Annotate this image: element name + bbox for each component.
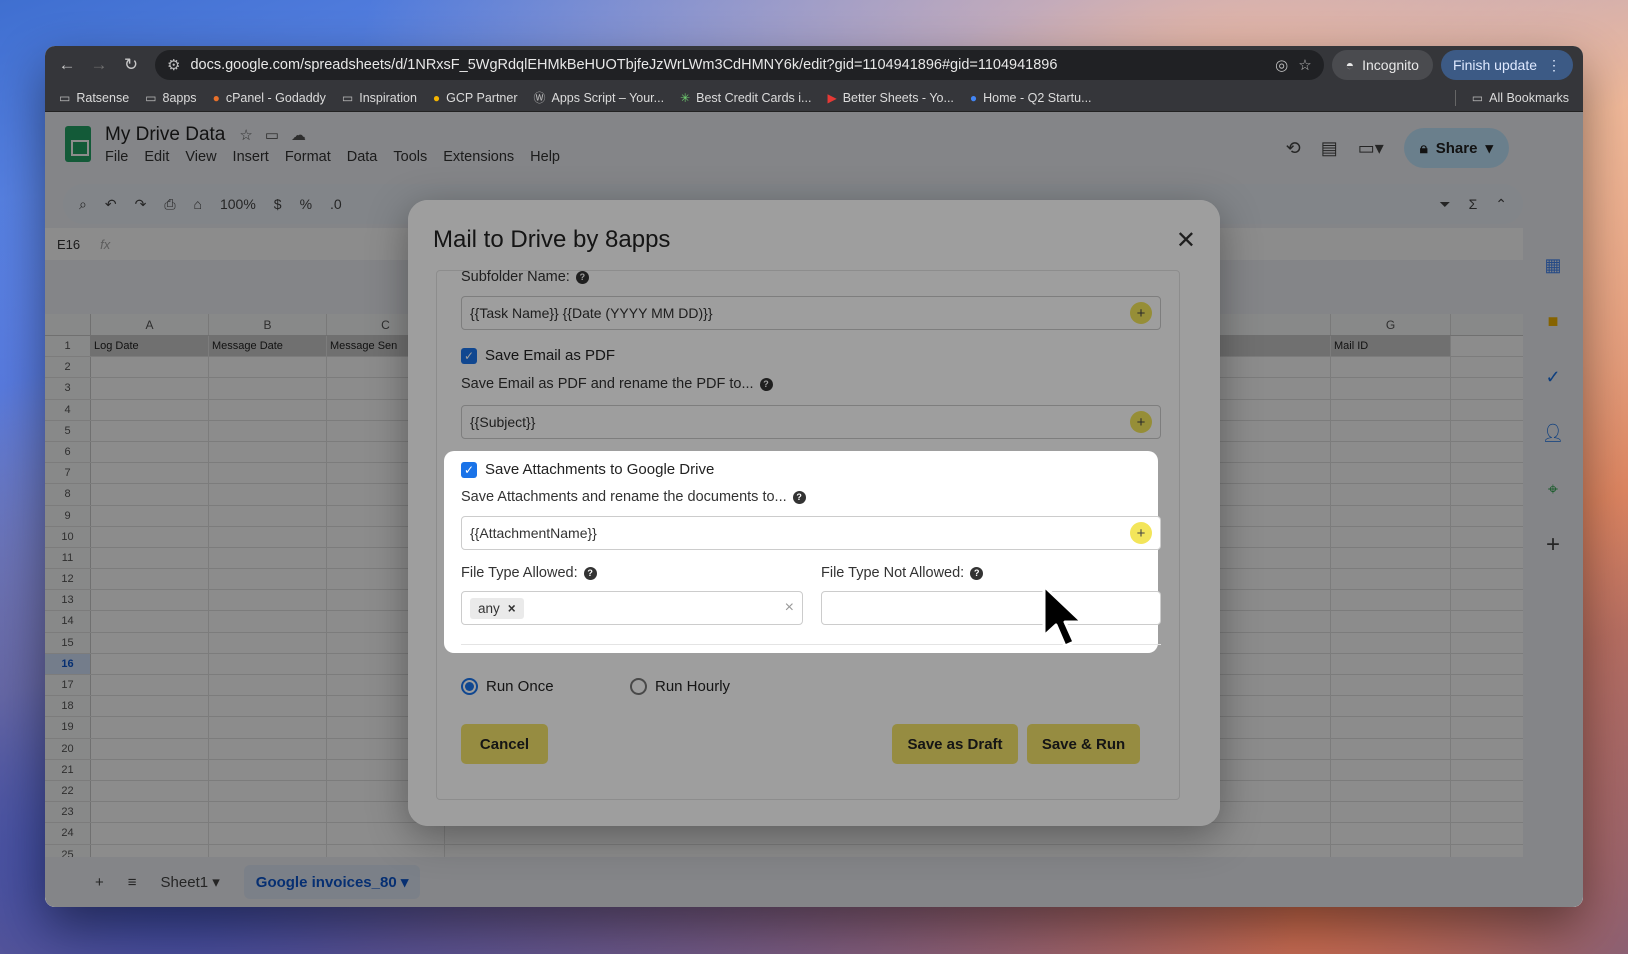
radio-selected-icon[interactable]: [461, 678, 478, 695]
finish-update-label: Finish update: [1452, 57, 1537, 73]
url-text[interactable]: docs.google.com/spreadsheets/d/1NRxsF_5W…: [190, 57, 1265, 73]
bookmark-item[interactable]: ▶ Better Sheets - Yo...: [827, 91, 953, 105]
bookmark-item[interactable]: Ⓦ Apps Script – Your...: [533, 89, 664, 106]
star-icon[interactable]: ☆: [1298, 56, 1311, 74]
wordpress-icon: Ⓦ: [533, 91, 546, 105]
save-attachments-checkbox[interactable]: ✓ Save Attachments to Google Drive: [461, 461, 714, 478]
cloud-icon: ●: [969, 90, 978, 105]
remove-tag-icon[interactable]: ×: [508, 601, 516, 616]
attachments-rename-input[interactable]: {{AttachmentName}} +: [461, 516, 1161, 550]
cpanel-icon: ●: [212, 90, 220, 105]
back-icon[interactable]: ←: [55, 53, 79, 77]
incognito-icon: ◓: [1345, 57, 1355, 73]
divider: [1454, 89, 1456, 106]
attachments-rename-label: Save Attachments and rename the document…: [461, 489, 806, 505]
gcp-icon: ●: [432, 90, 441, 105]
save-run-button[interactable]: Save & Run: [1027, 724, 1140, 764]
file-type-allowed-input[interactable]: any × ×: [461, 591, 803, 625]
youtube-icon: ▶: [827, 90, 837, 105]
run-once-radio[interactable]: Run Once: [461, 678, 554, 695]
incognito-badge[interactable]: ◓ Incognito: [1331, 50, 1433, 80]
pdf-rename-label: Save Email as PDF and rename the PDF to.…: [461, 376, 773, 392]
bookmark-item[interactable]: ● cPanel - Godaddy: [213, 91, 326, 105]
bookmark-item[interactable]: ✳ Best Credit Cards i...: [680, 91, 811, 105]
mail-to-drive-dialog: Mail to Drive by 8apps ✕ Subfolder Name:…: [408, 200, 1220, 826]
finish-update-button[interactable]: Finish update ⋮: [1440, 50, 1573, 80]
insert-variable-button[interactable]: +: [1130, 411, 1152, 433]
mouse-cursor-icon: [1042, 584, 1084, 648]
help-icon[interactable]: ?: [792, 490, 806, 504]
browser-toolbar: ← → ↻ ⚙ docs.google.com/spreadsheets/d/1…: [45, 46, 1583, 84]
checkbox-checked-icon[interactable]: ✓: [461, 347, 477, 364]
all-bookmarks[interactable]: ▭ All Bookmarks: [1472, 91, 1569, 105]
subfolder-label: Subfolder Name: ?: [461, 269, 589, 285]
tag-container: any ×: [470, 597, 785, 619]
checkbox-checked-icon[interactable]: ✓: [461, 461, 477, 478]
site-settings-icon[interactable]: ⚙: [167, 56, 180, 74]
help-icon[interactable]: ?: [970, 566, 984, 580]
folder-icon: ▭: [1471, 90, 1484, 105]
dialog-title: Mail to Drive by 8apps: [433, 226, 671, 253]
folder-icon: ▭: [145, 90, 157, 105]
incognito-label: Incognito: [1362, 57, 1419, 73]
help-icon[interactable]: ?: [583, 566, 597, 580]
file-type-allowed-label: File Type Allowed: ?: [461, 565, 597, 581]
run-hourly-radio[interactable]: Run Hourly: [630, 678, 730, 695]
insert-variable-button[interactable]: +: [1130, 522, 1152, 544]
reload-icon[interactable]: ↻: [119, 53, 143, 77]
clear-icon[interactable]: ×: [785, 599, 794, 617]
more-vert-icon: ⋮: [1547, 56, 1561, 73]
file-type-not-allowed-label: File Type Not Allowed: ?: [821, 565, 984, 581]
bookmark-item[interactable]: ● GCP Partner: [433, 91, 518, 105]
pdf-rename-input[interactable]: {{Subject}} +: [461, 405, 1161, 439]
folder-icon: ▭: [59, 90, 71, 105]
file-type-not-allowed-input[interactable]: [821, 591, 1161, 625]
help-icon[interactable]: ?: [575, 270, 589, 284]
insert-variable-button[interactable]: +: [1130, 302, 1152, 324]
close-icon[interactable]: ✕: [1176, 226, 1196, 255]
subfolder-input[interactable]: {{Task Name}} {{Date (YYYY MM DD)}} +: [461, 296, 1161, 330]
leaf-icon: ✳: [680, 90, 691, 105]
radio-unselected-icon[interactable]: [630, 678, 647, 695]
cancel-button[interactable]: Cancel: [461, 724, 548, 764]
save-pdf-checkbox[interactable]: ✓ Save Email as PDF: [461, 347, 615, 364]
help-icon[interactable]: ?: [759, 377, 773, 391]
bookmark-item[interactable]: ● Home - Q2 Startu...: [970, 91, 1092, 105]
bookmark-item[interactable]: ▭ 8apps: [145, 91, 196, 105]
bookmark-item[interactable]: ▭ Ratsense: [59, 91, 129, 105]
eye-off-icon[interactable]: ◎: [1275, 56, 1288, 74]
address-bar[interactable]: ⚙ docs.google.com/spreadsheets/d/1NRxsF_…: [155, 50, 1324, 80]
bookmarks-bar: ▭ Ratsense ▭ 8apps ● cPanel - Godaddy ▭ Insp…: [45, 84, 1583, 112]
folder-icon: ▭: [341, 90, 354, 105]
forward-icon[interactable]: →: [87, 53, 111, 77]
save-draft-button[interactable]: Save as Draft: [892, 724, 1018, 764]
bookmark-item[interactable]: ▭ Inspiration: [342, 91, 417, 105]
file-type-tag: any ×: [470, 597, 524, 619]
